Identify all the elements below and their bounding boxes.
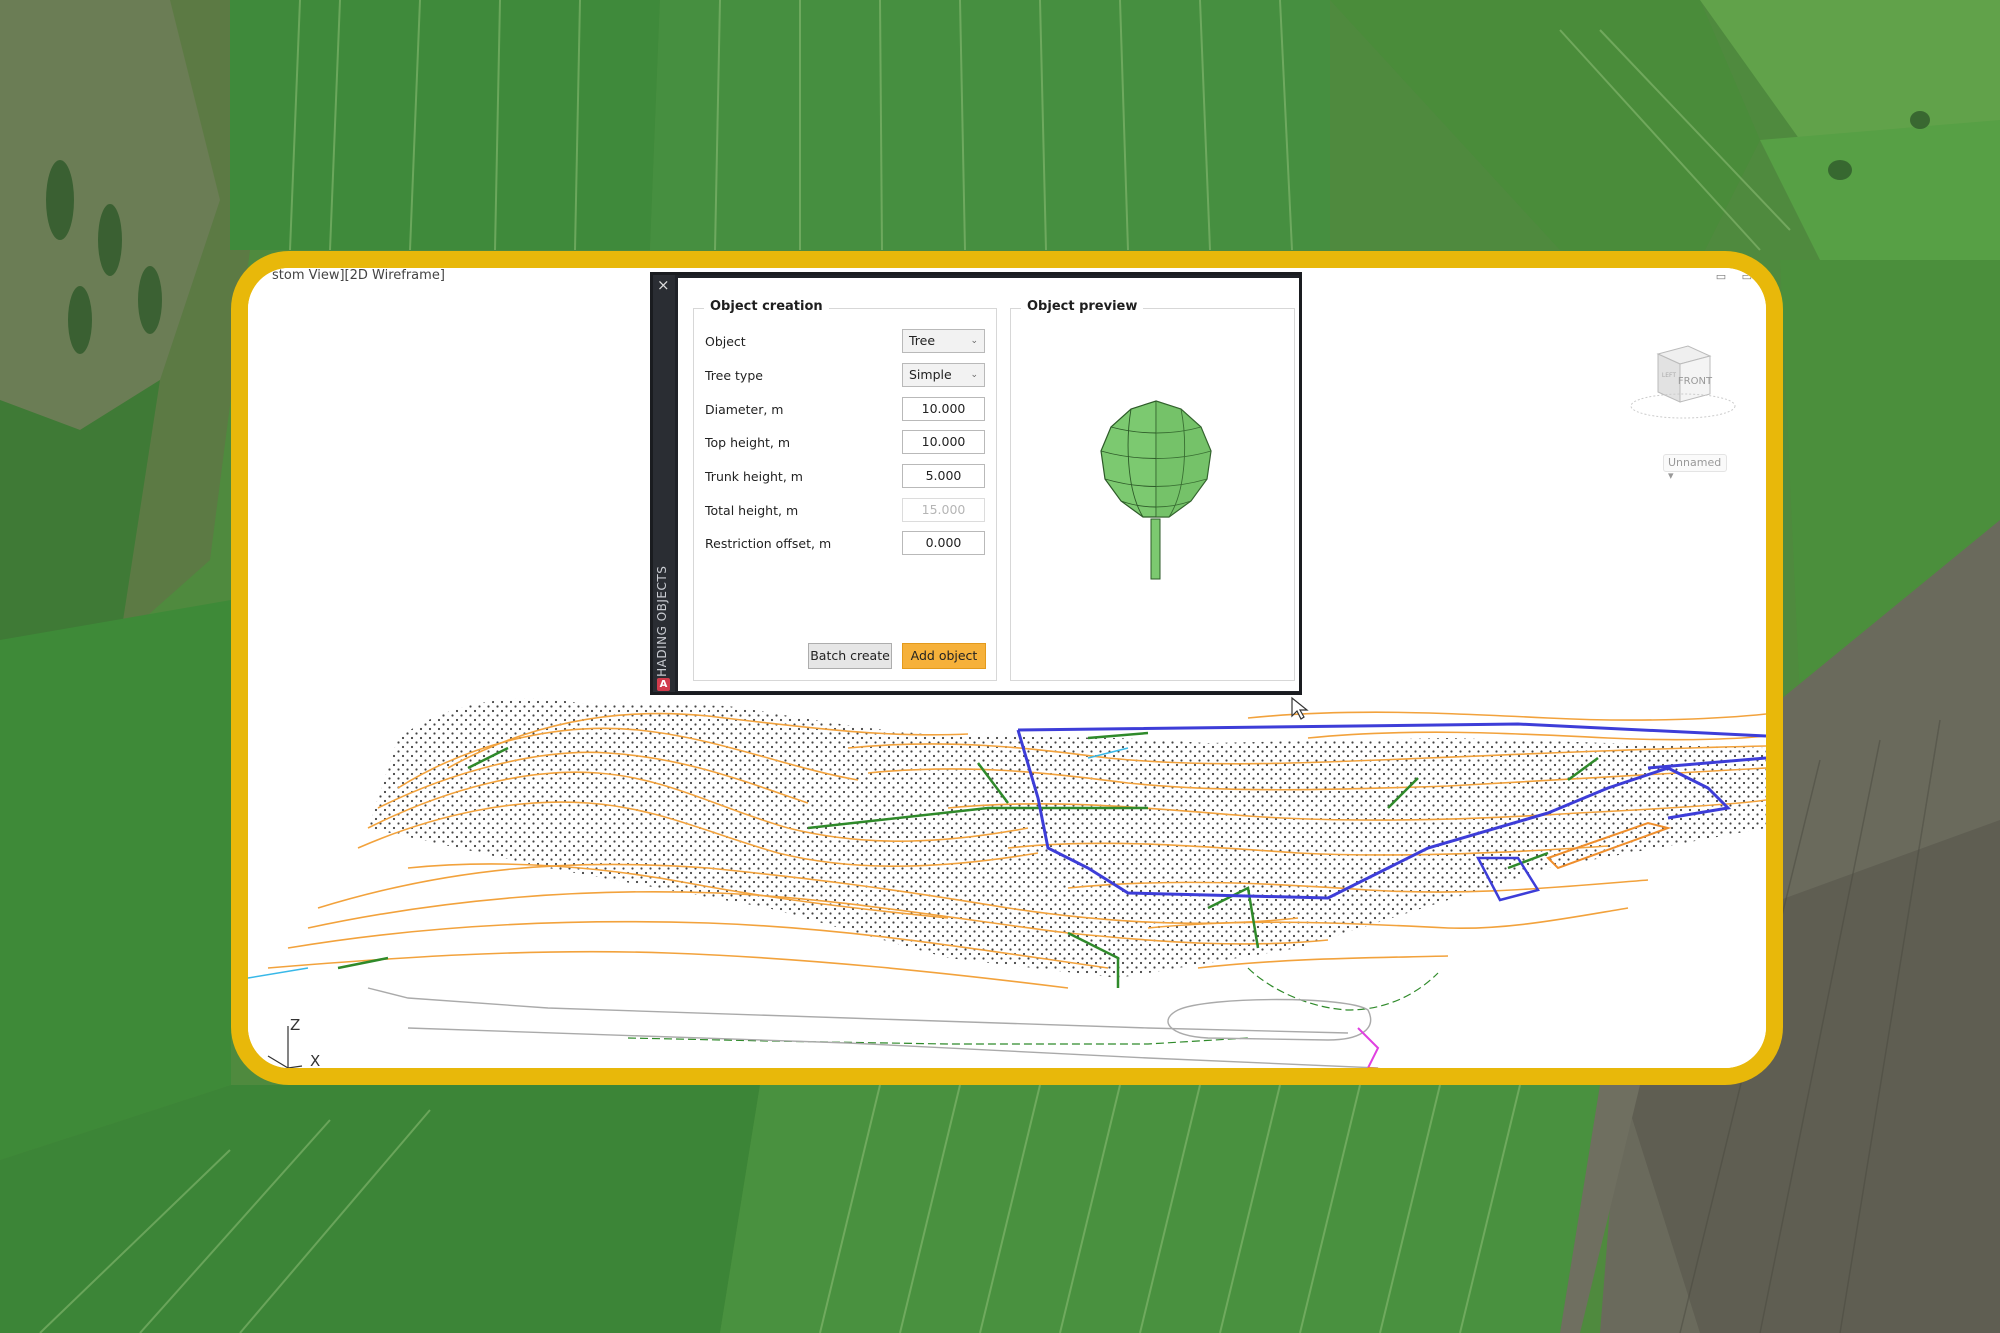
object-row: Object Tree ⌄	[705, 329, 990, 356]
mouse-cursor-icon	[1291, 696, 1309, 720]
add-object-button[interactable]: Add object	[902, 643, 986, 669]
viewport-label[interactable]: stom View][2D Wireframe]	[272, 268, 445, 283]
palette-title: SHADING OBJECTS	[655, 565, 669, 685]
tree-type-row: Tree type Simple ⌄	[705, 363, 990, 390]
object-creation-title: Object creation	[704, 299, 829, 314]
trunk-height-label: Trunk height, m	[705, 469, 803, 484]
palette-title-strip[interactable]: × SHADING OBJECTS A	[653, 275, 675, 692]
restriction-offset-label: Restriction offset, m	[705, 536, 832, 551]
restriction-offset-row: Restriction offset, m 0.000	[705, 531, 990, 558]
tree-preview-icon	[1100, 400, 1212, 580]
axis-z-label: Z	[290, 1016, 300, 1034]
app-logo-icon: A	[657, 678, 670, 691]
total-height-label: Total height, m	[705, 503, 799, 518]
viewport-window-buttons[interactable]: ▭ ▭	[1716, 270, 1758, 283]
tree-type-select[interactable]: Simple ⌄	[902, 363, 985, 387]
object-select-value: Tree	[909, 333, 936, 348]
object-creation-group: Object creation Object Tree ⌄ Tree type S…	[693, 299, 997, 681]
chevron-down-icon: ⌄	[970, 336, 978, 346]
batch-create-button[interactable]: Batch create	[808, 643, 892, 669]
diameter-input[interactable]: 10.000	[902, 397, 985, 421]
top-height-input[interactable]: 10.000	[902, 430, 985, 454]
diameter-label: Diameter, m	[705, 402, 784, 417]
trunk-height-input[interactable]: 5.000	[902, 464, 985, 488]
viewcube-front-label: FRONT	[1678, 376, 1713, 387]
total-height-input: 15.000	[902, 498, 985, 522]
ucs-axis-icon: Z X	[267, 1016, 320, 1070]
palette-body: Object creation Object Tree ⌄ Tree type S…	[678, 278, 1299, 691]
axis-x-label: X	[310, 1052, 320, 1070]
viewcube-icon[interactable]: FRONT LEFT	[1628, 340, 1738, 430]
object-select[interactable]: Tree ⌄	[902, 329, 985, 353]
object-preview-title: Object preview	[1021, 299, 1144, 314]
top-height-row: Top height, m 10.000	[705, 430, 990, 457]
object-label: Object	[705, 334, 746, 349]
object-preview-group: Object preview	[1010, 299, 1295, 681]
top-height-label: Top height, m	[705, 435, 791, 450]
tree-type-label: Tree type	[705, 368, 763, 383]
viewcube-left-label: LEFT	[1662, 372, 1676, 379]
shading-objects-palette[interactable]: × SHADING OBJECTS A Object creation Obje…	[650, 272, 1302, 695]
restriction-offset-input[interactable]: 0.000	[902, 531, 985, 555]
named-view-value: Unnamed	[1668, 456, 1722, 469]
diameter-row: Diameter, m 10.000	[705, 397, 990, 424]
close-icon[interactable]: ×	[657, 277, 670, 293]
total-height-row: Total height, m 15.000	[705, 498, 990, 525]
tree-type-select-value: Simple	[909, 367, 952, 382]
chevron-down-icon: ⌄	[970, 370, 978, 380]
named-view-dropdown[interactable]: Unnamed ▾	[1663, 454, 1727, 482]
trunk-height-row: Trunk height, m 5.000	[705, 464, 990, 491]
